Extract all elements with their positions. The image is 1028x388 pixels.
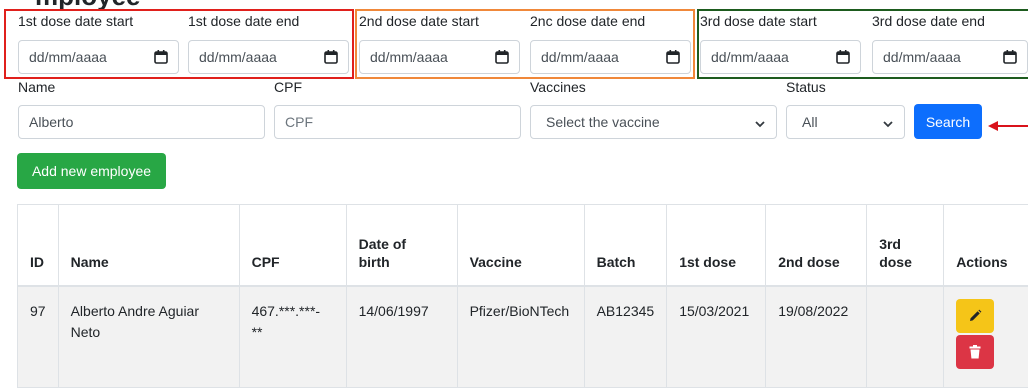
calendar-icon[interactable] — [154, 50, 168, 64]
header-batch: Batch — [584, 205, 667, 287]
header-cpf: CPF — [239, 205, 346, 287]
dose3-start-label: 3rd dose date start — [700, 13, 817, 29]
cell-dose2: 19/08/2022 — [766, 286, 867, 388]
status-label: Status — [786, 79, 826, 95]
dose1-start-label: 1st dose date start — [18, 13, 133, 29]
dose3-end-date-input[interactable]: dd/mm/aaaa — [872, 40, 1028, 74]
cell-actions — [944, 286, 1028, 388]
calendar-icon[interactable] — [836, 50, 850, 64]
cell-dose3 — [867, 286, 944, 388]
calendar-icon[interactable] — [324, 50, 338, 64]
table-header-row: ID Name CPF Date of birth Vaccine Batch … — [18, 205, 1028, 287]
header-id: ID — [18, 205, 59, 287]
cpf-label: CPF — [274, 79, 302, 95]
cell-dose1: 15/03/2021 — [667, 286, 766, 388]
delete-button[interactable] — [956, 335, 994, 369]
page-title: mployee — [17, 0, 141, 9]
vaccine-select[interactable]: Select the vaccine — [530, 105, 777, 139]
dose2-start-label: 2nd dose date start — [359, 13, 479, 29]
pencil-icon — [968, 309, 982, 323]
edit-button[interactable] — [956, 299, 994, 333]
arrow-annotation-icon — [988, 120, 1028, 132]
dose3-start-date-input[interactable]: dd/mm/aaaa — [700, 40, 861, 74]
dose2-start-date-input[interactable]: dd/mm/aaaa — [359, 40, 520, 74]
status-select[interactable]: All — [786, 105, 905, 139]
dose2-end-date-input[interactable]: dd/mm/aaaa — [530, 40, 691, 74]
header-dose2: 2nd dose — [766, 205, 867, 287]
calendar-icon[interactable] — [666, 50, 680, 64]
calendar-icon[interactable] — [1003, 50, 1017, 64]
name-label: Name — [18, 79, 55, 95]
search-button[interactable]: Search — [914, 104, 982, 139]
chevron-down-icon — [882, 117, 894, 129]
cell-name: Alberto Andre Aguiar Neto — [58, 286, 239, 388]
header-dose3: 3rd dose — [867, 205, 944, 287]
name-input[interactable]: Alberto — [18, 105, 265, 139]
header-dose1: 1st dose — [667, 205, 766, 287]
cell-cpf: 467.***.***- ** — [239, 286, 346, 388]
cpf-input[interactable]: CPF — [274, 105, 521, 139]
header-date-of-birth: Date of birth — [346, 205, 457, 287]
calendar-icon[interactable] — [495, 50, 509, 64]
dose1-end-label: 1st dose date end — [188, 13, 299, 29]
dose1-end-date-input[interactable]: dd/mm/aaaa — [188, 40, 349, 74]
cell-id: 97 — [18, 286, 59, 388]
employee-table: ID Name CPF Date of birth Vaccine Batch … — [17, 204, 1028, 388]
chevron-down-icon — [754, 117, 766, 129]
add-new-employee-button[interactable]: Add new employee — [17, 153, 166, 189]
vaccines-label: Vaccines — [530, 79, 586, 95]
header-actions: Actions — [944, 205, 1028, 287]
cell-date-of-birth: 14/06/1997 — [346, 286, 457, 388]
table-row: 97 Alberto Andre Aguiar Neto 467.***.***… — [18, 286, 1028, 388]
dose1-start-date-input[interactable]: dd/mm/aaaa — [18, 40, 179, 74]
dose3-end-label: 3rd dose date end — [872, 13, 985, 29]
dose2-end-label: 2nc dose date end — [530, 13, 645, 29]
cell-vaccine: Pfizer/BioNTech — [457, 286, 584, 388]
cell-batch: AB12345 — [584, 286, 667, 388]
header-vaccine: Vaccine — [457, 205, 584, 287]
header-name: Name — [58, 205, 239, 287]
